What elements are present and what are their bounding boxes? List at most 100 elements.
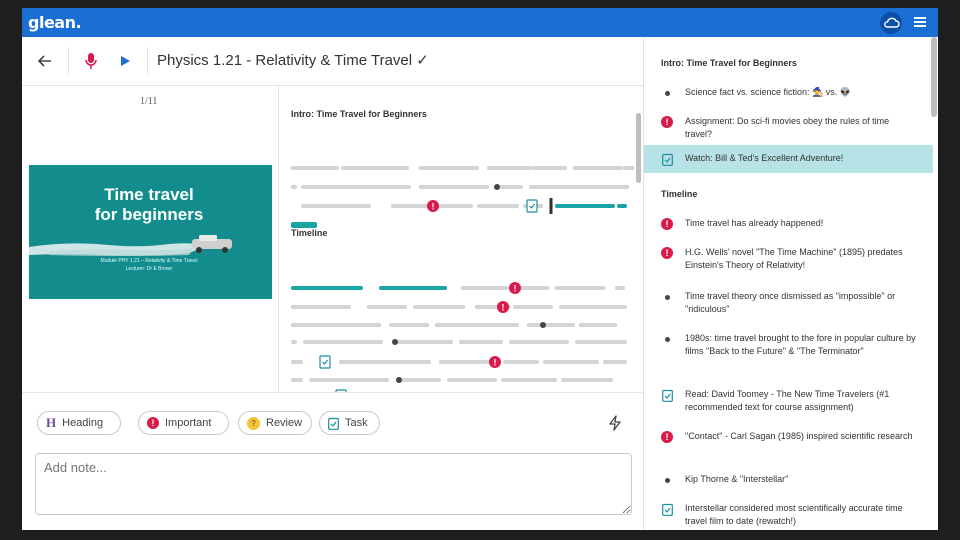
slide-title: Time travel for beginners — [29, 185, 269, 225]
heading-tag-button[interactable]: H Heading — [37, 411, 121, 435]
bullet-marker[interactable] — [392, 339, 398, 345]
important-marker[interactable]: ! — [489, 356, 501, 368]
important-marker[interactable]: ! — [427, 200, 439, 212]
important-marker[interactable]: ! — [497, 301, 509, 313]
note-text: Time travel has already happened! — [685, 218, 824, 228]
timeline-segment[interactable] — [615, 286, 625, 290]
note-text: Assignment: Do sci-fi movies obey the ru… — [685, 116, 890, 139]
timeline-segment[interactable] — [291, 185, 297, 189]
important-tag-button[interactable]: ! Important — [138, 411, 229, 435]
timeline-segment[interactable] — [419, 166, 479, 170]
timeline-segment[interactable] — [499, 185, 523, 189]
timeline-segment[interactable] — [573, 166, 623, 170]
timeline-segment[interactable] — [291, 166, 339, 170]
slide-thumbnail[interactable]: Time travel for beginners Module PHY 1.2… — [29, 165, 272, 299]
timeline-segment[interactable] — [617, 204, 627, 208]
timeline-segment[interactable] — [555, 286, 605, 290]
timeline-segment[interactable] — [303, 340, 383, 344]
divider — [147, 47, 148, 75]
timeline-segment[interactable] — [291, 286, 363, 290]
timeline-segment[interactable] — [341, 166, 409, 170]
note-text: Science fact vs. science fiction: 🧙 vs. … — [685, 87, 851, 97]
timeline-segment[interactable] — [291, 340, 297, 344]
heading-icon: H — [46, 415, 57, 430]
bullet-marker[interactable] — [396, 377, 402, 383]
notes-scrollbar[interactable] — [931, 37, 937, 117]
bullet-marker[interactable] — [494, 184, 500, 190]
timeline-segment[interactable] — [301, 204, 371, 208]
timeline-segment[interactable] — [555, 204, 615, 208]
notes-section-heading: Timeline — [661, 189, 698, 199]
play-button[interactable] — [113, 49, 137, 73]
timeline-bars[interactable]: !!!! — [279, 86, 634, 392]
note-text: Interstellar considered most scientifica… — [685, 503, 903, 526]
timeline-segment[interactable] — [439, 360, 491, 364]
svg-text:!: ! — [494, 358, 497, 368]
timeline-segment[interactable] — [531, 166, 567, 170]
timeline-segment[interactable] — [623, 166, 634, 170]
timeline-segment[interactable] — [561, 378, 613, 382]
outline-scrollbar[interactable] — [636, 113, 641, 183]
cloud-sync-button[interactable] — [880, 12, 902, 34]
timeline-segment[interactable] — [527, 323, 575, 327]
record-button[interactable] — [79, 49, 103, 73]
review-icon: ? — [247, 416, 260, 430]
cloud-icon — [884, 17, 900, 28]
important-icon: ! — [661, 247, 673, 259]
timeline-segment[interactable] — [419, 185, 489, 189]
timeline-segment[interactable] — [401, 378, 441, 382]
timeline-segment[interactable] — [559, 305, 627, 309]
task-marker[interactable] — [319, 355, 331, 369]
timeline-segment[interactable] — [413, 305, 465, 309]
timeline-segment[interactable] — [461, 286, 509, 290]
timeline-segment[interactable] — [459, 340, 503, 344]
back-button[interactable] — [33, 49, 57, 73]
timeline-segment[interactable] — [291, 378, 303, 382]
timeline-segment[interactable] — [501, 378, 557, 382]
important-icon: ! — [661, 116, 673, 128]
timeline-segment[interactable] — [447, 378, 497, 382]
hamburger-menu-icon[interactable] — [914, 17, 926, 27]
timeline-segment[interactable] — [379, 286, 447, 290]
timeline-segment[interactable] — [477, 204, 519, 208]
timeline-segment[interactable] — [603, 360, 627, 364]
add-note-input[interactable] — [35, 453, 632, 515]
lightning-icon[interactable] — [608, 415, 622, 436]
timeline-segment[interactable] — [301, 185, 411, 189]
task-marker[interactable] — [526, 199, 538, 213]
timeline-segment[interactable] — [503, 360, 539, 364]
timeline-segment[interactable] — [435, 323, 519, 327]
important-icon: ! — [661, 431, 673, 443]
important-marker[interactable]: ! — [509, 282, 521, 294]
playhead-cursor[interactable] — [549, 198, 553, 214]
timeline-segment[interactable] — [291, 360, 303, 364]
timeline-segment[interactable] — [517, 286, 549, 290]
timeline-segment[interactable] — [543, 360, 599, 364]
timeline-segment[interactable] — [579, 323, 617, 327]
timeline-segment[interactable] — [291, 323, 381, 327]
timeline-segment[interactable] — [367, 305, 407, 309]
timeline-segment[interactable] — [339, 360, 431, 364]
slide-subtitle: Module PHY 1.21 – Relativity & Time Trav… — [100, 258, 198, 264]
timeline-segment[interactable] — [529, 185, 629, 189]
task-icon — [328, 417, 339, 430]
timeline-segment[interactable] — [309, 378, 389, 382]
timeline-segment[interactable] — [389, 323, 429, 327]
timeline-segment[interactable] — [575, 340, 627, 344]
timeline-segment[interactable] — [291, 222, 317, 228]
timeline-segment[interactable] — [397, 340, 453, 344]
review-tag-button[interactable]: ? Review — [238, 411, 312, 435]
timeline-segment[interactable] — [513, 305, 553, 309]
task-tag-button[interactable]: Task — [319, 411, 380, 435]
slide-lecturer: Lecturer: Dr E Brown — [125, 266, 173, 272]
timeline-segment[interactable] — [291, 305, 351, 309]
timeline-segment[interactable] — [509, 340, 569, 344]
recording-header: Physics 1.21 - Relativity & Time Travel … — [22, 37, 643, 86]
timeline-segment[interactable] — [487, 166, 531, 170]
notes-timeline: Intro: Time Travel for Beginners Timelin… — [279, 86, 634, 392]
task-icon — [661, 503, 673, 516]
timeline-segment[interactable] — [391, 204, 429, 208]
note-item[interactable]: Watch: Bill & Ted's Excellent Adventure! — [644, 145, 933, 173]
timeline-segment[interactable] — [435, 204, 473, 208]
bullet-marker[interactable] — [540, 322, 546, 328]
